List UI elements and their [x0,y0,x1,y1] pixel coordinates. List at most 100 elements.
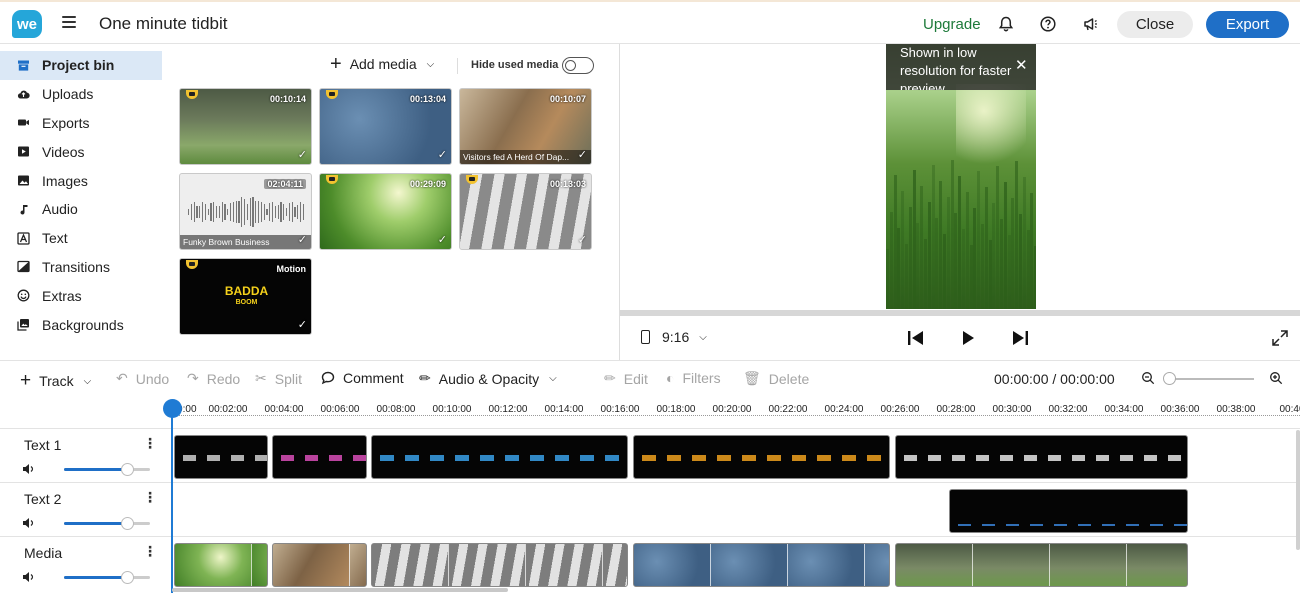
transition-icon [17,260,30,273]
volume-slider[interactable] [64,571,150,584]
playhead-handle[interactable] [163,399,182,418]
add-track-button[interactable]: + Track ⌵ [20,370,91,392]
media-duration: 00:10:14 [269,94,306,104]
filters-icon: ◐ [666,370,675,386]
media-thumbnail[interactable]: 02:04:11 Funky Brown Business ✓ [179,173,312,250]
more-vertical-icon[interactable]: ⋮ [143,435,157,452]
zoom-slider-handle[interactable] [1163,372,1176,385]
vertical-scrollbar[interactable] [1296,430,1300,550]
more-vertical-icon[interactable]: ⋮ [143,543,157,560]
ruler-tick-label: 00:36:00 [1160,404,1200,415]
sidebar-item-audio[interactable]: Audio [0,195,162,224]
aspect-ratio-select[interactable]: 9:16 ⌵ [641,329,707,345]
undo-button[interactable]: ↶ Undo [116,370,169,387]
track-name[interactable]: Media [24,545,62,561]
zoom-in-icon[interactable] [1269,371,1283,385]
speaker-icon[interactable] [22,571,35,583]
zoom-out-icon[interactable] [1141,371,1155,385]
top-bar: we One minute tidbit Upgrade Close Expor… [0,0,1300,44]
premium-crown-icon [186,90,198,99]
more-vertical-icon[interactable]: ⋮ [143,489,157,506]
fullscreen-icon[interactable] [1271,329,1289,347]
skip-back-icon[interactable] [906,329,926,347]
media-caption: Funky Brown Business [180,235,311,249]
text-clip[interactable] [949,489,1188,533]
delete-button[interactable]: 🗑 Delete [743,370,809,387]
media-thumbnail[interactable]: 00:10:07 Visitors fed A Herd Of Dap... ✓ [459,88,592,165]
plus-icon: + [330,53,342,75]
checkmark-icon: ✓ [577,149,587,161]
split-label: Split [274,370,302,387]
media-thumbnail[interactable]: 00:10:14 ✓ [179,88,312,165]
track-lane[interactable] [172,536,1300,590]
sidebar-item-text[interactable]: Text [0,224,162,253]
ruler-tick-label: 00:22:00 [768,404,808,415]
sidebar-item-exports[interactable]: Exports [0,109,162,138]
ruler-tick-label: 00:26:00 [880,404,920,415]
comment-button[interactable]: Comment [321,370,404,386]
sidebar-item-extras[interactable]: Extras [0,281,162,310]
sidebar-item-transitions[interactable]: Transitions [0,253,162,282]
filters-label: Filters [682,370,721,386]
audio-opacity-button[interactable]: ✏ Audio & Opacity ⌵ [419,370,557,387]
text-clip[interactable] [174,435,268,479]
hamburger-menu-icon[interactable] [62,16,76,28]
media-thumbnail[interactable]: 00:13:03 ✓ [459,173,592,250]
upgrade-link[interactable]: Upgrade [923,16,981,33]
project-title[interactable]: One minute tidbit [99,14,228,34]
track-name[interactable]: Text 2 [24,491,61,507]
track-lane[interactable] [172,482,1300,536]
media-thumbnail[interactable]: 00:13:04 ✓ [319,88,452,165]
track-lane[interactable] [172,428,1300,482]
text-clip[interactable] [272,435,367,479]
sidebar-item-uploads[interactable]: Uploads [0,80,162,109]
text-clip[interactable] [371,435,628,479]
close-button[interactable]: Close [1117,11,1193,38]
hide-used-media-toggle[interactable] [562,57,594,74]
export-button[interactable]: Export [1206,11,1289,38]
close-icon[interactable]: ✕ [1015,56,1028,74]
media-thumbnail[interactable]: 00:29:09 ✓ [319,173,452,250]
volume-slider-handle[interactable] [120,517,134,530]
image-icon [17,174,30,187]
media-clip[interactable] [633,543,890,587]
play-icon[interactable] [958,329,978,347]
announcement-icon[interactable] [1082,15,1100,33]
horizontal-scrollbar[interactable] [172,588,508,592]
speaker-icon[interactable] [22,517,35,529]
track-header: Text 1 ⋮ [0,428,172,482]
undo-icon: ↶ [116,370,128,386]
skip-forward-icon[interactable] [1010,329,1030,347]
bell-icon[interactable] [997,15,1015,33]
media-clip[interactable] [371,543,628,587]
motion-title-preview: BADDA BOOM [224,284,269,306]
media-clip[interactable] [895,543,1188,587]
media-clip[interactable] [272,543,367,587]
premium-crown-icon [326,175,338,184]
media-clip[interactable] [174,543,268,587]
sidebar-item-project-bin[interactable]: Project bin [0,51,162,80]
text-clip[interactable] [895,435,1188,479]
sidebar-item-videos[interactable]: Videos [0,137,162,166]
redo-button[interactable]: ↷ Redo [187,370,240,387]
add-media-button[interactable]: + Add media ⌵ [330,53,434,75]
undo-label: Undo [135,370,170,387]
volume-slider[interactable] [64,463,150,476]
edit-button[interactable]: ✏ Edit [604,370,648,387]
speaker-icon[interactable] [22,463,35,475]
sidebar-item-backgrounds[interactable]: Backgrounds [0,310,162,339]
zoom-slider-track[interactable] [1169,378,1254,380]
preview-scrubber[interactable] [620,310,1300,316]
volume-slider-handle[interactable] [120,463,134,476]
help-icon[interactable] [1039,15,1057,33]
sidebar-item-label: Text [42,230,68,247]
track-name[interactable]: Text 1 [24,437,61,453]
media-thumbnail[interactable]: BADDA BOOM Motion ✓ [179,258,312,335]
app-logo[interactable]: we [12,10,42,38]
volume-slider[interactable] [64,517,150,530]
text-clip[interactable] [633,435,890,479]
filters-button[interactable]: ◐ Filters [666,370,721,386]
sidebar-item-images[interactable]: Images [0,166,162,195]
volume-slider-handle[interactable] [120,571,134,584]
split-button[interactable]: ✂ Split [255,370,302,387]
